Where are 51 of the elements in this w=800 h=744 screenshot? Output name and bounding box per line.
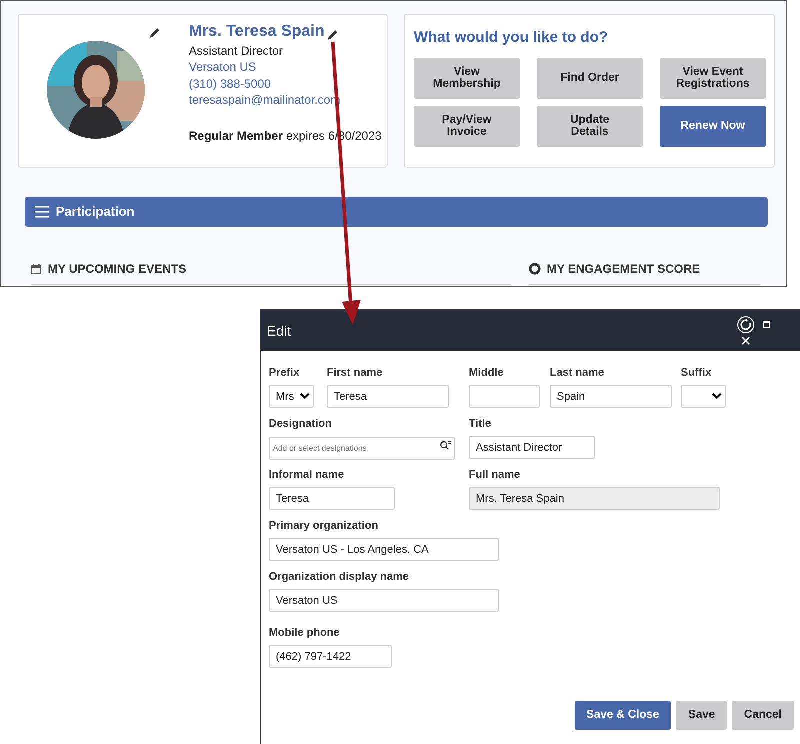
field-label: Middle (469, 366, 505, 381)
select-field[interactable]: Mrs. (269, 385, 314, 408)
field-label: Prefix (269, 366, 301, 381)
participation-bar[interactable]: Participation (25, 197, 768, 227)
input-field[interactable]: Assistant Director (469, 436, 595, 459)
circle-icon (529, 263, 541, 275)
actions-heading: What would you like to do? (414, 28, 610, 48)
field-label: First name (327, 366, 384, 381)
field-label: Organization display name (269, 570, 410, 585)
input-field[interactable]: Versaton US (269, 589, 499, 612)
search-field[interactable]: Add or select designations (269, 436, 455, 460)
pencil-icon[interactable] (327, 29, 339, 41)
input-field[interactable]: (462) 797-1422 (269, 645, 392, 668)
action-button[interactable]: View Event Registrations (660, 58, 766, 98)
field-label: Designation (269, 417, 333, 432)
action-button[interactable]: Find Order (537, 58, 643, 98)
action-button[interactable]: View Membership (414, 58, 520, 98)
refresh-icon[interactable] (737, 316, 755, 334)
section-heading: MY UPCOMING EVENTS (48, 261, 186, 278)
action-button[interactable]: Update Details (537, 106, 643, 146)
field-label: Informal name (269, 468, 346, 483)
job-title: Assistant Director (189, 42, 284, 59)
participation-title: Participation (56, 203, 135, 222)
action-button[interactable]: Renew Now (660, 106, 766, 146)
dialog-title: Edit (267, 323, 292, 339)
maximize-icon[interactable] (763, 321, 770, 328)
input-field[interactable]: Spain (550, 385, 672, 408)
input-field[interactable]: Versaton US - Los Angeles, CA (269, 538, 499, 561)
close-icon[interactable] (742, 337, 750, 345)
pencil-icon[interactable] (149, 27, 161, 39)
field-label: Mobile phone (269, 626, 341, 641)
menu-icon[interactable] (35, 206, 49, 218)
field-label: Last name (550, 366, 606, 381)
section-heading: MY ENGAGEMENT SCORE (547, 261, 700, 278)
field-label: Suffix (681, 366, 713, 381)
phone-link[interactable]: (310) 388-5000 (189, 76, 382, 92)
search-icon[interactable] (440, 440, 451, 450)
action-button[interactable]: Pay/View Invoice (414, 106, 520, 146)
input-field[interactable]: Teresa (269, 487, 395, 510)
input-field[interactable] (469, 385, 540, 408)
select-field[interactable] (681, 385, 726, 408)
organization-link[interactable]: Versaton US (189, 59, 382, 76)
dialog-button[interactable]: Cancel (732, 701, 794, 730)
calendar-icon (31, 264, 42, 274)
input-field[interactable]: Teresa (327, 385, 449, 408)
field-label: Primary organization (269, 519, 380, 534)
field-label: Full name (469, 468, 522, 483)
dialog-button[interactable]: Save (676, 701, 728, 730)
dialog-button[interactable]: Save & Close (574, 701, 672, 730)
member-name: Mrs. Teresa Spain (189, 24, 325, 40)
field-label: Title (469, 417, 492, 432)
